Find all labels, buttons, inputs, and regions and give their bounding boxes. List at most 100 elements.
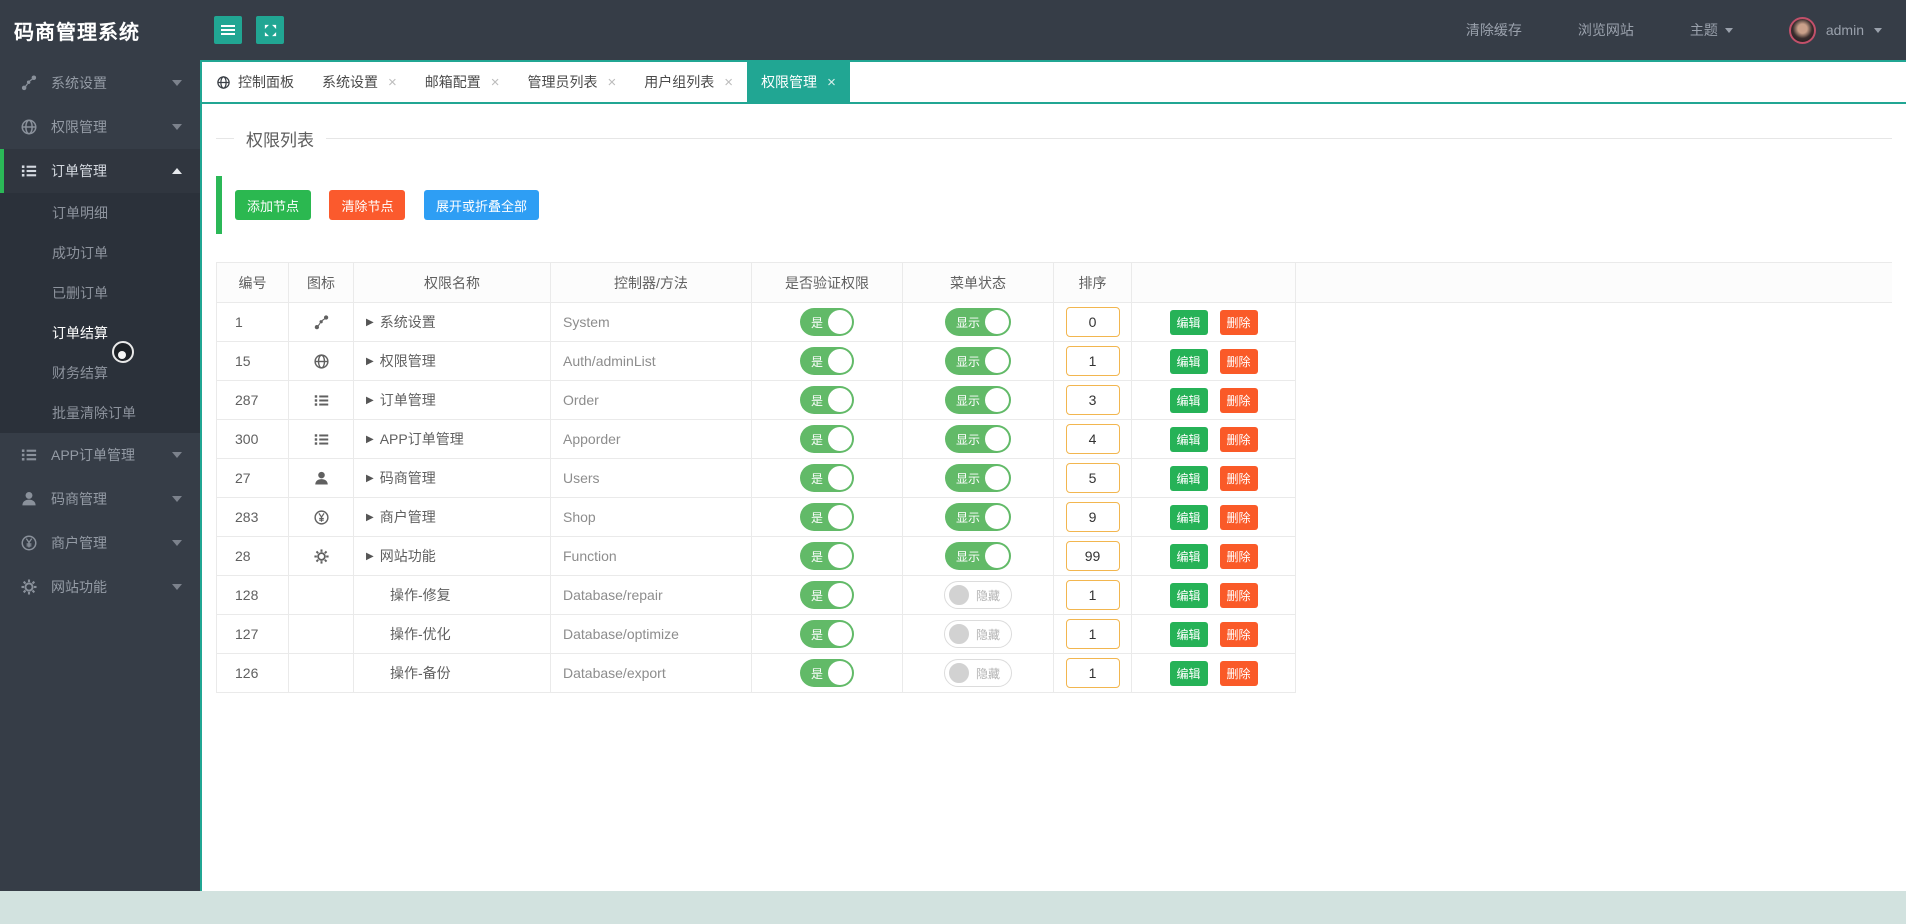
sidebar-item-permissions[interactable]: 权限管理 xyxy=(0,105,200,149)
sort-input[interactable] xyxy=(1065,463,1120,493)
menu-state-toggle[interactable]: 显示 xyxy=(944,347,1011,375)
permission-name-cell[interactable]: ▶ 权限管理 xyxy=(354,342,551,381)
verify-toggle[interactable]: 是 xyxy=(799,308,854,336)
edit-button[interactable]: 编辑 xyxy=(1169,543,1208,569)
permission-name-cell[interactable]: 操作-修复 xyxy=(354,576,551,615)
delete-button[interactable]: 删除 xyxy=(1219,582,1258,608)
permission-name: 操作-优化 xyxy=(390,626,451,642)
menu-state-toggle[interactable]: 显示 xyxy=(944,308,1011,336)
sort-input[interactable] xyxy=(1065,307,1120,337)
sort-input[interactable] xyxy=(1065,580,1120,610)
verify-toggle[interactable]: 是 xyxy=(799,659,854,687)
gear-icon xyxy=(312,547,330,565)
sidebar-subitem-batch-clear-orders[interactable]: 批量清除订单 xyxy=(0,393,200,433)
menu-state-toggle[interactable]: 显示 xyxy=(944,464,1011,492)
verify-toggle[interactable]: 是 xyxy=(799,347,854,375)
verify-toggle[interactable]: 是 xyxy=(799,542,854,570)
tab-admin-list[interactable]: 管理员列表 × xyxy=(514,62,631,102)
sidebar-item-site-functions[interactable]: 网站功能 xyxy=(0,565,200,609)
edit-button[interactable]: 编辑 xyxy=(1169,426,1208,452)
close-icon[interactable]: × xyxy=(491,75,500,90)
sidebar-item-merchants-code[interactable]: 码商管理 xyxy=(0,477,200,521)
close-icon[interactable]: × xyxy=(724,75,733,90)
permission-name-cell[interactable]: ▶ APP订单管理 xyxy=(354,420,551,459)
delete-button[interactable]: 删除 xyxy=(1219,348,1258,374)
sidebar-toggle-button[interactable] xyxy=(214,16,242,44)
tab-system-settings[interactable]: 系统设置 × xyxy=(308,62,411,102)
menu-state-toggle[interactable]: 隐藏 xyxy=(943,620,1012,648)
delete-button[interactable]: 删除 xyxy=(1219,621,1258,647)
menu-state-toggle[interactable]: 隐藏 xyxy=(943,659,1012,687)
add-node-button[interactable]: 添加节点 xyxy=(235,190,312,220)
sort-input[interactable] xyxy=(1065,385,1120,415)
row-icon-cell xyxy=(289,303,354,342)
browse-site-link[interactable]: 浏览网站 xyxy=(1578,20,1634,40)
edit-button[interactable]: 编辑 xyxy=(1169,660,1208,686)
delete-button[interactable]: 删除 xyxy=(1219,660,1258,686)
edit-button[interactable]: 编辑 xyxy=(1169,387,1208,413)
permission-name-cell[interactable]: ▶ 网站功能 xyxy=(354,537,551,576)
delete-button[interactable]: 删除 xyxy=(1219,426,1258,452)
sidebar-subitem-order-detail[interactable]: 订单明细 xyxy=(0,193,200,233)
close-icon[interactable]: × xyxy=(388,75,397,90)
edit-button[interactable]: 编辑 xyxy=(1169,465,1208,491)
sort-input[interactable] xyxy=(1065,502,1120,532)
sort-input[interactable] xyxy=(1065,346,1120,376)
tab-user-group-list[interactable]: 用户组列表 × xyxy=(630,62,747,102)
row-id: 127 xyxy=(217,615,289,654)
sidebar-item-app-orders[interactable]: APP订单管理 xyxy=(0,433,200,477)
edit-button[interactable]: 编辑 xyxy=(1169,504,1208,530)
fullscreen-button[interactable] xyxy=(256,16,284,44)
edit-button[interactable]: 编辑 xyxy=(1169,582,1208,608)
sidebar-subitem-finance-settlement[interactable]: 财务结算 xyxy=(0,353,200,393)
user-menu[interactable]: admin xyxy=(1788,16,1882,44)
toggle-knob xyxy=(828,661,852,685)
menu-state-toggle[interactable]: 显示 xyxy=(944,503,1011,531)
edit-button[interactable]: 编辑 xyxy=(1169,309,1208,335)
verify-toggle[interactable]: 是 xyxy=(799,581,854,609)
avatar xyxy=(1788,16,1816,44)
edit-button[interactable]: 编辑 xyxy=(1169,348,1208,374)
sort-input[interactable] xyxy=(1065,658,1120,688)
permission-name-cell[interactable]: ▶ 订单管理 xyxy=(354,381,551,420)
delete-button[interactable]: 删除 xyxy=(1219,465,1258,491)
permission-name-cell[interactable]: 操作-优化 xyxy=(354,615,551,654)
clear-cache-link[interactable]: 清除缓存 xyxy=(1466,20,1522,40)
tab-mail-config[interactable]: 邮箱配置 × xyxy=(411,62,514,102)
delete-button[interactable]: 删除 xyxy=(1219,309,1258,335)
sort-input[interactable] xyxy=(1065,619,1120,649)
sidebar-subitem-deleted-orders[interactable]: 已删订单 xyxy=(0,273,200,313)
sidebar-item-merchants[interactable]: 商户管理 xyxy=(0,521,200,565)
theme-menu[interactable]: 主题 xyxy=(1690,20,1733,40)
sidebar-item-orders[interactable]: 订单管理 xyxy=(0,149,200,193)
verify-toggle[interactable]: 是 xyxy=(799,503,854,531)
menu-state-toggle[interactable]: 显示 xyxy=(944,425,1011,453)
tab-dashboard[interactable]: 控制面板 xyxy=(202,62,308,102)
menu-state-toggle[interactable]: 显示 xyxy=(944,542,1011,570)
edit-button[interactable]: 编辑 xyxy=(1169,621,1208,647)
permission-name-cell[interactable]: 操作-备份 xyxy=(354,654,551,693)
tab-permission-management[interactable]: 权限管理 × xyxy=(747,62,850,102)
toggle-label: 显示 xyxy=(955,510,980,525)
expand-collapse-all-button[interactable]: 展开或折叠全部 xyxy=(423,190,539,220)
close-icon[interactable]: × xyxy=(827,75,836,90)
delete-button[interactable]: 删除 xyxy=(1219,387,1258,413)
clear-node-button[interactable]: 清除节点 xyxy=(329,190,406,220)
sidebar-item-system-settings[interactable]: 系统设置 xyxy=(0,61,200,105)
menu-state-toggle[interactable]: 显示 xyxy=(944,386,1011,414)
sidebar-subitem-success-orders[interactable]: 成功订单 xyxy=(0,233,200,273)
permission-name-cell[interactable]: ▶ 码商管理 xyxy=(354,459,551,498)
verify-toggle[interactable]: 是 xyxy=(799,620,854,648)
permission-name-cell[interactable]: ▶ 系统设置 xyxy=(354,303,551,342)
sort-input[interactable] xyxy=(1065,541,1120,571)
close-icon[interactable]: × xyxy=(608,75,617,90)
sort-input[interactable] xyxy=(1065,424,1120,454)
delete-button[interactable]: 删除 xyxy=(1219,543,1258,569)
verify-toggle[interactable]: 是 xyxy=(799,425,854,453)
delete-button[interactable]: 删除 xyxy=(1219,504,1258,530)
permission-name-cell[interactable]: ▶ 商户管理 xyxy=(354,498,551,537)
menu-state-toggle[interactable]: 隐藏 xyxy=(943,581,1012,609)
verify-toggle[interactable]: 是 xyxy=(799,464,854,492)
sidebar-subitem-order-settlement[interactable]: 订单结算 xyxy=(0,313,200,353)
verify-toggle[interactable]: 是 xyxy=(799,386,854,414)
